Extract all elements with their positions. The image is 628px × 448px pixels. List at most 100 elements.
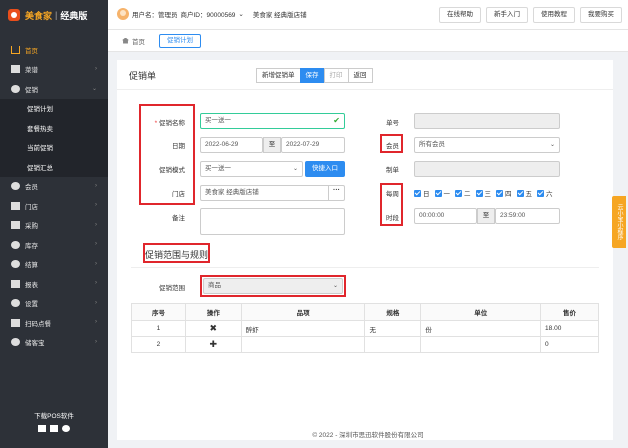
sidebar-item-menu[interactable]: 菜谱 ›	[0, 60, 108, 80]
sidebar-item-promo-summary[interactable]: 促销汇总	[0, 157, 108, 177]
weekday-sat-checkbox[interactable]: 六	[537, 188, 553, 198]
sidebar-item-customer[interactable]: 储客宝 ›	[0, 333, 108, 353]
sidebar-item-settings[interactable]: 设置 ›	[0, 294, 108, 314]
row-item[interactable]	[240, 336, 366, 353]
time-from-input[interactable]: 00:00:00	[414, 208, 477, 224]
customer-icon	[11, 338, 20, 347]
table-header: 单位	[420, 303, 542, 321]
sidebar-item-promo-plan[interactable]: 促销计划	[0, 98, 108, 118]
weekday-sun-checkbox[interactable]: 日	[414, 188, 430, 198]
edition-name: 经典版	[60, 10, 88, 21]
sidebar-item-current-promo[interactable]: 当前促销	[0, 137, 108, 157]
row-spec	[364, 336, 422, 353]
pos-download[interactable]: 下载POS软件	[0, 410, 108, 432]
tab-promo-plan[interactable]: 促销计划	[159, 33, 201, 48]
user-avatar-icon	[117, 8, 129, 20]
table-header: 序号	[131, 303, 186, 321]
purchase-button[interactable]: 我要购买	[580, 7, 622, 23]
brand-name: 美食家	[25, 10, 53, 21]
row-spec: 无	[364, 320, 422, 337]
settle-icon	[11, 260, 20, 269]
store-input[interactable]: 美食家 经典版店铺 ···	[200, 185, 345, 201]
save-button[interactable]: 保存	[299, 68, 325, 83]
inventory-icon	[11, 240, 20, 249]
home-icon	[11, 45, 20, 54]
report-icon	[11, 279, 20, 288]
weekday-checkboxes: 日 一 二 三 四 五 六	[414, 188, 553, 198]
date-to-input[interactable]: 2022-07-29	[281, 137, 345, 153]
weekday-mon-checkbox[interactable]: 一	[434, 188, 450, 198]
quick-entry-button[interactable]: 快捷入口	[305, 161, 345, 177]
settings-icon	[11, 299, 20, 308]
member-select[interactable]: 所有会员 ⌄	[414, 137, 560, 153]
new-promo-button[interactable]: 新增促销单	[256, 68, 301, 83]
highlight-week-time-labels	[380, 183, 403, 226]
breadcrumb-home[interactable]: 首页	[122, 36, 145, 46]
note-textarea[interactable]	[200, 208, 345, 235]
sidebar-item-combo-hot[interactable]: 套餐热卖	[0, 118, 108, 138]
windows-icon[interactable]	[38, 425, 46, 432]
chevron-right-icon: ›	[95, 299, 97, 306]
store-icon	[11, 201, 20, 210]
sidebar-item-qr-order[interactable]: 扫码点餐 ›	[0, 313, 108, 333]
delete-row-icon[interactable]: ✖	[184, 320, 242, 337]
android-icon[interactable]	[62, 425, 70, 432]
sidebar-item-home[interactable]: 首页	[0, 40, 108, 60]
items-table: 序号 操作 品项 规格 单位 售价 1 ✖ 醉虾 无 份 18.00 2 ✚ 0	[131, 303, 599, 353]
promo-name-input[interactable]: 买一送一 ✔	[200, 113, 345, 129]
apple-icon[interactable]	[50, 425, 58, 432]
promo-panel: 促销单 新增促销单 保存 打印 返回 * 促销名称 日期 促销模式 门店 备注 …	[117, 60, 613, 440]
chevron-right-icon: ›	[95, 221, 97, 228]
sidebar-item-promo[interactable]: 促销 ⌄	[0, 79, 108, 99]
app-logo: 美食家 | 经典版	[0, 0, 108, 30]
back-button[interactable]: 返回	[347, 68, 373, 83]
logo-icon	[8, 9, 20, 21]
row-unit: 份	[420, 320, 542, 337]
member-icon	[11, 182, 20, 191]
row-item[interactable]: 醉虾	[240, 320, 366, 337]
sidebar-item-inventory[interactable]: 库存 ›	[0, 235, 108, 255]
home-icon	[122, 37, 129, 44]
sidebar-item-purchase[interactable]: 采购 ›	[0, 216, 108, 236]
chevron-right-icon: ›	[95, 202, 97, 208]
table-header: 售价	[540, 303, 599, 321]
store-name: 美食家 经典版店铺	[252, 12, 307, 19]
store-picker-button[interactable]: ···	[328, 185, 344, 201]
row-price[interactable]: 0	[540, 336, 599, 353]
chevron-down-icon: ⌄	[91, 86, 97, 92]
online-help-button[interactable]: 在线帮助	[439, 7, 481, 23]
user-info: 用户名：管理员 商户ID：90000569 ⌄ 美食家 经典版店铺	[117, 8, 310, 20]
sidebar-item-settle[interactable]: 结算 ›	[0, 255, 108, 275]
chevron-right-icon: ›	[95, 182, 97, 189]
order-no-input	[414, 113, 560, 129]
page-title: 促销单	[129, 71, 157, 81]
chevron-down-icon: ⌄	[292, 166, 298, 172]
sidebar-item-member[interactable]: 会员 ›	[0, 177, 108, 197]
print-button[interactable]: 打印	[323, 68, 349, 83]
section-divider	[131, 267, 599, 268]
weekday-wed-checkbox[interactable]: 三	[475, 188, 491, 198]
chevron-right-icon: ›	[95, 319, 97, 325]
weekday-thu-checkbox[interactable]: 四	[496, 188, 512, 198]
scope-label: 促销范围	[159, 285, 185, 292]
top-bar: 美食家 | 经典版 用户名：管理员 商户ID：90000569 ⌄ 美食家 经典…	[0, 0, 628, 30]
add-row-icon[interactable]: ✚	[184, 336, 242, 353]
weekday-tue-checkbox[interactable]: 二	[455, 188, 471, 198]
date-to-separator: 至	[263, 137, 281, 153]
weekday-fri-checkbox[interactable]: 五	[516, 188, 532, 198]
beginner-guide-button[interactable]: 新手入门	[486, 7, 528, 23]
note-label: 备注	[172, 215, 185, 222]
time-to-input[interactable]: 23:59:00	[495, 208, 560, 224]
time-to-separator: 至	[477, 208, 495, 224]
tutorial-button[interactable]: 使用教程	[533, 7, 575, 23]
date-from-input[interactable]: 2022-06-29	[200, 137, 263, 153]
table-header: 操作	[184, 303, 242, 321]
sidebar-item-report[interactable]: 报表 ›	[0, 274, 108, 294]
sidebar-item-store[interactable]: 门店 ›	[0, 196, 108, 216]
promo-mode-select[interactable]: 买一送一 ⌄	[200, 161, 303, 177]
mini-program-tab[interactable]: 云小宝小程序	[612, 196, 626, 248]
chevron-down-icon[interactable]: ⌄	[238, 10, 243, 18]
row-no: 2	[131, 336, 186, 353]
merchant-id[interactable]: 商户ID：90000569	[181, 9, 236, 19]
row-price[interactable]: 18.00	[540, 320, 599, 337]
